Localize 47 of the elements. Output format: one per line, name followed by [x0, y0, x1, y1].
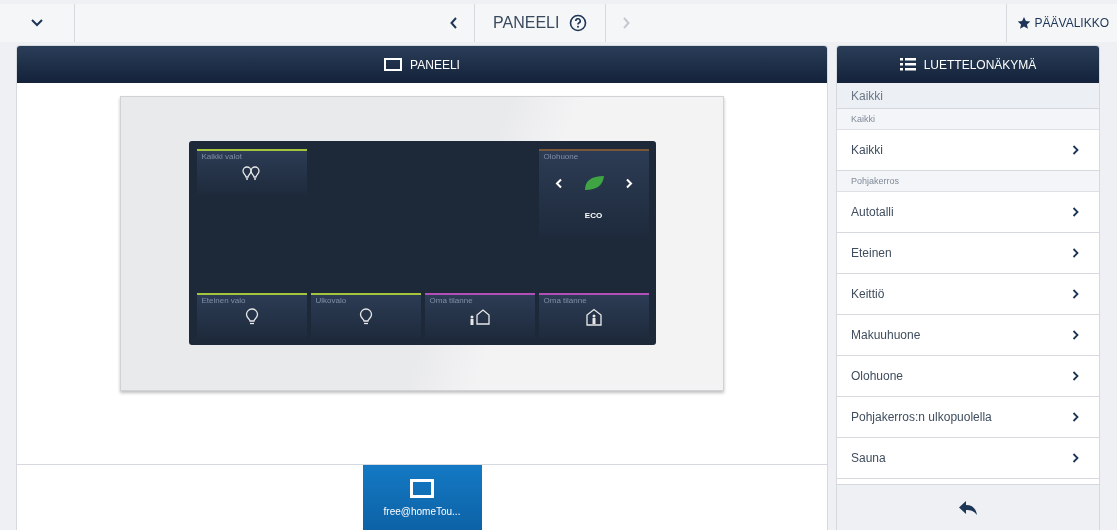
tile[interactable]: Olohuone ECO [538, 149, 649, 239]
chevron-right-icon [1072, 412, 1079, 422]
chevron-right-icon [1072, 207, 1079, 217]
star-icon [1016, 16, 1031, 30]
person-house-icon [584, 308, 603, 326]
tile-label: Olohuone [542, 151, 579, 161]
tile[interactable]: Oma tilanne [424, 293, 535, 339]
tile-label: Kaikki valot [200, 151, 242, 161]
chevron-left-icon [450, 17, 459, 29]
tile[interactable]: Ulkovalo [310, 293, 421, 339]
section-heading: Kaikki [837, 109, 1099, 130]
tile-label: Ulkovalo [314, 295, 347, 305]
chevron-left-icon[interactable] [554, 177, 563, 189]
list-icon [899, 58, 916, 71]
tile[interactable]: Oma tilanne [538, 293, 649, 339]
chevron-right-icon [1072, 453, 1079, 463]
chevron-right-icon [1072, 145, 1079, 155]
bulbs-icon [240, 164, 263, 182]
bulb-icon [244, 308, 259, 326]
tile[interactable]: Kaikki valot [196, 149, 307, 195]
chevron-right-icon [622, 17, 631, 29]
panel-title: PANEELI [410, 57, 460, 72]
back-button[interactable] [837, 484, 1099, 530]
tile-label: Oma tilanne [428, 295, 473, 305]
chevron-down-icon [31, 19, 43, 27]
chevron-right-icon [1072, 289, 1079, 299]
list-title: LUETTELONÄKYMÄ [923, 57, 1037, 72]
chevron-right-icon [1072, 330, 1079, 340]
leaf-icon [582, 175, 605, 191]
back-arrow-icon [958, 499, 978, 516]
page-title: PANEELI [493, 14, 560, 32]
chevron-right-icon [1072, 371, 1079, 381]
mode-label: ECO [584, 211, 603, 220]
monitor-icon [384, 58, 403, 71]
chevron-right-icon[interactable] [624, 177, 633, 189]
tile[interactable]: Eteinen valo [196, 293, 307, 339]
main-menu-button[interactable]: PÄÄVALIKKO [1005, 4, 1117, 42]
chevron-right-icon [1072, 248, 1079, 258]
device-tab[interactable]: free@homeTou... [362, 465, 482, 530]
person-house-icon [468, 308, 491, 326]
monitor-icon [410, 478, 434, 498]
tile-label: Eteinen valo [200, 295, 246, 305]
tile-label: Oma tilanne [542, 295, 587, 305]
section-heading: Pohjakerros [837, 171, 1099, 192]
bulb-icon [358, 308, 373, 326]
help-icon[interactable] [569, 14, 588, 32]
breadcrumb: Kaikki [837, 83, 1099, 109]
